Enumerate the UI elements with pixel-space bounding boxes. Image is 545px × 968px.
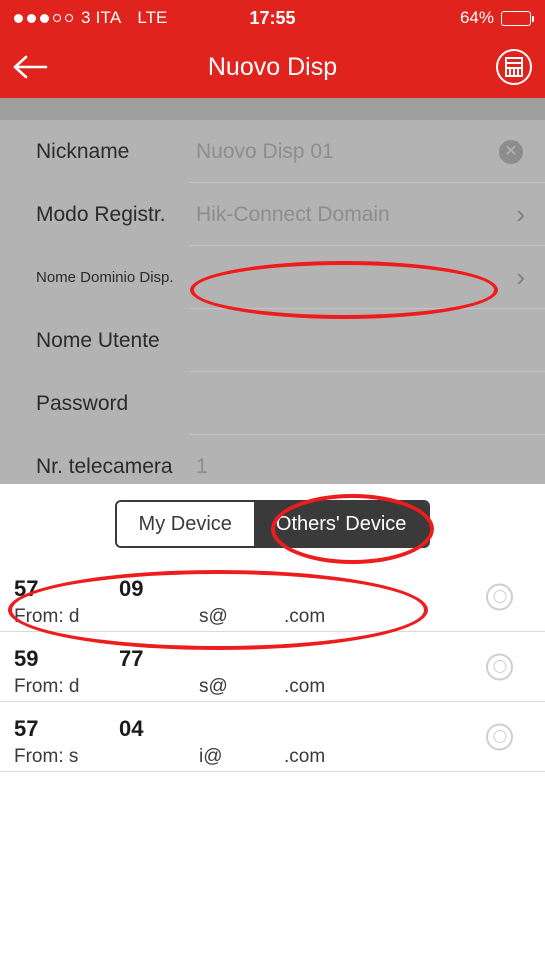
- device-serial-part-b: 77: [119, 646, 144, 671]
- device-from: From: s i@ .com: [14, 746, 545, 768]
- form-value-register-mode: Hik-Connect Domain: [196, 202, 390, 226]
- clear-icon[interactable]: ✕: [499, 139, 523, 164]
- form-row-register-mode[interactable]: Modo Registr. Hik-Connect Domain ›: [0, 183, 545, 246]
- battery-icon: [501, 10, 534, 26]
- device-from-suffix: .com: [284, 676, 326, 697]
- device-select-radio[interactable]: [486, 583, 513, 610]
- form-label-camera-count: Nr. telecamera: [36, 454, 173, 478]
- scan-qr-button[interactable]: [483, 48, 545, 86]
- form-row-domain-name[interactable]: Nome Dominio Disp. ›: [0, 246, 545, 309]
- list-item[interactable]: 59 77 From: d s@ .com: [0, 632, 545, 702]
- device-from-prefix: From: s: [14, 746, 79, 767]
- device-from: From: d s@ .com: [14, 676, 545, 698]
- network-type-label: LTE: [137, 8, 168, 27]
- form-label-username: Nome Utente: [36, 328, 160, 352]
- navigation-bar: Nuovo Disp: [0, 36, 545, 98]
- scan-qr-icon: [496, 49, 532, 85]
- segmented-control-wrap: My Device Others' Device: [0, 484, 545, 562]
- device-form: Nickname Nuovo Disp 01 ✕ Modo Registr. H…: [0, 120, 545, 506]
- form-row-password[interactable]: Password: [0, 372, 545, 435]
- device-from-mid: s@: [199, 676, 228, 697]
- chevron-right-icon: ›: [516, 199, 525, 229]
- status-right-group: 64%: [459, 8, 534, 28]
- signal-strength-icon: [14, 13, 73, 23]
- device-from-mid: i@: [199, 746, 223, 767]
- device-serial-part-b: 09: [119, 576, 144, 601]
- form-label-domain-name: Nome Dominio Disp.: [36, 269, 174, 286]
- tab-others-device[interactable]: Others' Device: [253, 502, 429, 546]
- device-from: From: d s@ .com: [14, 606, 545, 628]
- device-serial: 57 04: [14, 716, 545, 742]
- form-label-nickname: Nickname: [36, 139, 130, 163]
- page-title: Nuovo Disp: [207, 52, 338, 81]
- back-button[interactable]: [0, 54, 60, 80]
- device-from-prefix: From: d: [14, 606, 80, 627]
- device-select-radio[interactable]: [486, 653, 513, 680]
- device-from-suffix: .com: [284, 746, 326, 767]
- chevron-right-icon: ›: [516, 262, 525, 292]
- device-serial-part-a: 59: [14, 646, 39, 671]
- segmented-control: My Device Others' Device: [114, 500, 431, 548]
- form-top-gap: [0, 98, 545, 120]
- list-item[interactable]: 57 09 From: d s@ .com: [0, 562, 545, 632]
- form-row-username[interactable]: Nome Utente: [0, 309, 545, 372]
- list-item[interactable]: 57 04 From: s i@ .com: [0, 702, 545, 772]
- device-serial: 57 09: [14, 576, 545, 602]
- device-from-mid: s@: [199, 606, 228, 627]
- battery-percent-label: 64%: [459, 8, 494, 27]
- carrier-label: 3 ITA: [81, 8, 122, 27]
- form-label-register-mode: Modo Registr.: [36, 202, 166, 226]
- device-picker-sheet: My Device Others' Device 57 09 From: d s…: [0, 484, 545, 968]
- device-serial: 59 77: [14, 646, 545, 672]
- device-serial-part-a: 57: [14, 716, 39, 741]
- device-list: 57 09 From: d s@ .com 59 77 From: d s@ .…: [0, 562, 545, 772]
- form-row-nickname[interactable]: Nickname Nuovo Disp 01 ✕: [0, 120, 545, 183]
- device-select-radio[interactable]: [486, 723, 513, 750]
- form-value-nickname: Nuovo Disp 01: [196, 139, 334, 163]
- device-serial-part-b: 04: [119, 716, 144, 741]
- status-bar: 3 ITA LTE 17:55 64%: [0, 0, 545, 36]
- tab-my-device[interactable]: My Device: [116, 502, 254, 546]
- device-from-suffix: .com: [284, 606, 326, 627]
- form-label-password: Password: [36, 391, 129, 415]
- device-serial-part-a: 57: [14, 576, 39, 601]
- form-value-camera-count: 1: [196, 454, 208, 478]
- device-from-prefix: From: d: [14, 676, 80, 697]
- back-arrow-icon: [13, 55, 48, 79]
